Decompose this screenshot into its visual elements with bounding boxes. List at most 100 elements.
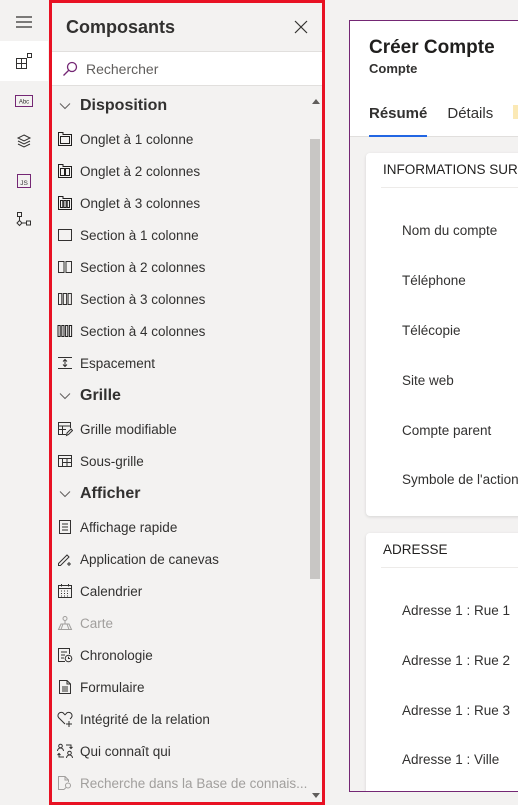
component-item-label: Affichage rapide: [80, 519, 178, 535]
field-label[interactable]: Télécopie: [402, 323, 461, 338]
group-header-afficher[interactable]: Afficher: [52, 477, 314, 511]
component-item-calendar[interactable]: Calendrier: [52, 575, 314, 607]
search-box: [52, 52, 322, 86]
component-item-spacer[interactable]: Espacement: [52, 347, 314, 379]
knowledge-search-icon: [56, 774, 74, 792]
section-2-columns-icon: [56, 258, 74, 276]
search-input[interactable]: [86, 60, 306, 77]
hamburger-menu-button[interactable]: [0, 2, 48, 42]
component-item-tab-3-columns[interactable]: Onglet à 3 colonnes: [52, 187, 314, 219]
section-account-info[interactable]: INFORMATIONS SUR Nom du compte Téléphone…: [366, 153, 518, 516]
field-label[interactable]: Adresse 1 : Rue 1: [402, 603, 510, 618]
form-header: Créer Compte Compte Résumé Détails: [350, 21, 518, 137]
tree-view-icon: [16, 212, 31, 227]
components-list: Disposition Onglet à 1 colonne Onglet à …: [52, 89, 314, 802]
component-item-label: Chronologie: [80, 647, 153, 663]
component-item-label: Section à 2 colonnes: [80, 259, 206, 275]
spacer-icon: [56, 354, 74, 372]
svg-text:JS: JS: [20, 180, 28, 187]
component-item-quick-view[interactable]: Affichage rapide: [52, 511, 314, 543]
component-item-label: Section à 1 colonne: [80, 227, 199, 243]
field-label[interactable]: Site web: [402, 373, 454, 388]
group-label: Disposition: [80, 97, 168, 114]
component-item-map[interactable]: Carte: [52, 607, 314, 639]
form-entity-name: Compte: [369, 61, 418, 76]
component-item-section-4-columns[interactable]: Section à 4 colonnes: [52, 315, 314, 347]
rail-javascript-button[interactable]: JS: [0, 161, 48, 201]
component-item-section-3-columns[interactable]: Section à 3 colonnes: [52, 283, 314, 315]
component-item-section-1-column[interactable]: Section à 1 colonne: [52, 219, 314, 251]
field-label[interactable]: Symbole de l'action: [402, 472, 518, 487]
form-title: Créer Compte: [369, 37, 495, 58]
close-panel-button[interactable]: [290, 16, 312, 38]
tab-details[interactable]: Détails: [447, 105, 493, 137]
component-item-relationship-health[interactable]: Intégrité de la relation: [52, 703, 314, 735]
component-item-section-2-columns[interactable]: Section à 2 colonnes: [52, 251, 314, 283]
chevron-down-icon: [58, 99, 72, 113]
map-icon: [56, 614, 74, 632]
component-item-label: Onglet à 3 colonnes: [80, 195, 201, 211]
component-item-label: Qui connaît qui: [80, 743, 171, 759]
component-item-who-knows-whom[interactable]: Qui connaît qui: [52, 735, 314, 767]
component-item-label: Recherche dans la Base de connais...: [80, 775, 308, 791]
component-item-canvas-app[interactable]: Application de canevas: [52, 543, 314, 575]
group-header-grille[interactable]: Grille: [52, 379, 314, 413]
editable-grid-icon: [56, 420, 74, 438]
component-item-label: Section à 4 colonnes: [80, 323, 206, 339]
component-item-timeline[interactable]: Chronologie: [52, 639, 314, 671]
component-item-knowledge-search[interactable]: Recherche dans la Base de connais...: [52, 767, 314, 799]
field-label[interactable]: Compte parent: [402, 423, 491, 438]
components-panel: Composants Disposition Onglet à 1 colonn…: [49, 0, 325, 805]
component-item-label: Intégrité de la relation: [80, 711, 210, 727]
field-label[interactable]: Adresse 1 : Ville: [402, 752, 499, 767]
component-item-label: Application de canevas: [80, 551, 219, 567]
component-item-form[interactable]: Formulaire: [52, 671, 314, 703]
component-item-editable-grid[interactable]: Grille modifiable: [52, 413, 314, 445]
table-columns-icon: Abc: [15, 95, 33, 107]
rail-components-button[interactable]: [0, 41, 48, 81]
section-title: ADRESSE: [383, 542, 448, 557]
component-item-label: Calendrier: [80, 583, 143, 599]
section-3-columns-icon: [56, 290, 74, 308]
component-item-tab-1-column[interactable]: Onglet à 1 colonne: [52, 123, 314, 155]
left-rail: Abc JS: [0, 0, 48, 805]
section-divider: [381, 187, 518, 188]
rail-layers-button[interactable]: [0, 121, 48, 161]
who-knows-whom-icon: [56, 742, 74, 760]
field-label[interactable]: Adresse 1 : Rue 3: [402, 703, 510, 718]
component-item-tab-2-columns[interactable]: Onglet à 2 colonnes: [52, 155, 314, 187]
component-item-label: Grille modifiable: [80, 421, 177, 437]
chevron-down-icon: [58, 389, 72, 403]
form-icon: [56, 678, 74, 696]
component-item-label: Onglet à 1 colonne: [80, 131, 194, 147]
layers-icon: [16, 134, 32, 148]
section-1-column-icon: [56, 226, 74, 244]
group-label: Afficher: [80, 485, 141, 502]
tab-partial[interactable]: [513, 105, 518, 137]
form-canvas: Créer Compte Compte Résumé Détails INFOR…: [349, 20, 518, 792]
components-scrollbar[interactable]: [310, 89, 322, 802]
rail-tree-view-button[interactable]: [0, 200, 48, 240]
field-label[interactable]: Téléphone: [402, 273, 466, 288]
chevron-down-icon: [58, 487, 72, 501]
scrollbar-thumb[interactable]: [310, 139, 320, 579]
component-item-label: Espacement: [80, 355, 156, 371]
javascript-icon: JS: [17, 174, 31, 188]
tab-resume[interactable]: Résumé: [369, 105, 428, 137]
group-header-disposition[interactable]: Disposition: [52, 89, 314, 123]
component-item-subgrid[interactable]: Sous-grille: [52, 445, 314, 477]
section-address[interactable]: ADRESSE Adresse 1 : Rue 1 Adresse 1 : Ru…: [366, 533, 518, 791]
section-title: INFORMATIONS SUR: [383, 162, 518, 177]
rail-table-columns-button[interactable]: Abc: [0, 81, 48, 121]
tab-2-columns-icon: [56, 162, 74, 180]
field-label[interactable]: Nom du compte: [402, 223, 497, 238]
panel-header: Composants: [52, 3, 322, 52]
relationship-health-icon: [56, 710, 74, 728]
group-label: Grille: [80, 387, 121, 404]
scroll-down-arrow-icon[interactable]: [312, 793, 320, 798]
panel-title: Composants: [66, 16, 176, 37]
scroll-up-arrow-icon[interactable]: [312, 99, 320, 104]
subgrid-icon: [56, 452, 74, 470]
components-icon: [16, 53, 32, 69]
field-label[interactable]: Adresse 1 : Rue 2: [402, 653, 510, 668]
